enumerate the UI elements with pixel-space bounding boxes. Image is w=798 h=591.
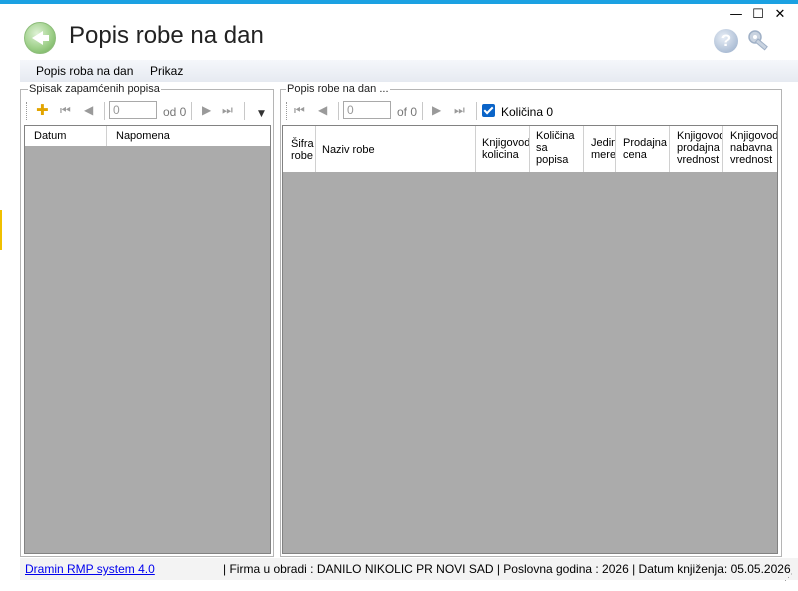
- status-bar: Dramin RMP system 4.0 | Firma u obradi :…: [20, 558, 798, 580]
- left-toolbar: ✚ ⏮ ◀ 0 od 0 ▶ ⏭ ▼: [24, 99, 272, 123]
- kolicina-checkbox[interactable]: [482, 104, 495, 117]
- resize-grip-icon[interactable]: ⋰: [784, 572, 794, 583]
- column-header-jedinica-mere[interactable]: Jedin mere: [584, 126, 616, 172]
- status-info: | Firma u obradi : DANILO NIKOLIC PR NOV…: [223, 562, 791, 576]
- page-title: Popis robe na dan: [69, 22, 264, 49]
- column-header-napomena[interactable]: Napomena: [107, 126, 270, 146]
- left-count-label: od 0: [163, 105, 187, 119]
- next-record-icon[interactable]: ▶: [202, 103, 211, 117]
- column-header-sifra-robe[interactable]: Šifra robe: [283, 126, 316, 172]
- previous-record-icon[interactable]: ◀: [318, 103, 327, 117]
- kolicina-checkbox-label[interactable]: Količina 0: [501, 105, 553, 119]
- left-grid[interactable]: Datum Napomena: [24, 125, 271, 554]
- minimize-button[interactable]: —: [724, 6, 748, 24]
- column-header-kolicina-sa-popisa[interactable]: Količina sa popisa: [530, 126, 584, 172]
- right-grid[interactable]: Šifra robe Naziv robe Knjigovod kolicina…: [282, 125, 778, 554]
- menu-prikaz[interactable]: Prikaz: [150, 64, 183, 78]
- column-header-naziv-robe[interactable]: Naziv robe: [316, 126, 476, 172]
- left-position-input[interactable]: 0: [109, 101, 157, 119]
- next-record-icon[interactable]: ▶: [432, 103, 441, 117]
- column-header-knjigovod-kolicina[interactable]: Knjigovod kolicina: [476, 126, 530, 172]
- side-accent: [0, 210, 2, 250]
- column-header-knjigovod-prodajna-vrednost[interactable]: Knjigovod prodajna vrednost: [670, 126, 723, 172]
- right-position-input[interactable]: 0: [343, 101, 391, 119]
- right-panel-label: Popis robe na dan ...: [286, 83, 390, 95]
- help-icon[interactable]: ?: [714, 29, 738, 53]
- status-app-link[interactable]: Dramin RMP system 4.0: [25, 562, 155, 576]
- first-record-icon[interactable]: ⏮: [60, 103, 71, 118]
- menu-bar: Popis roba na dan Prikaz: [20, 60, 798, 82]
- column-header-datum[interactable]: Datum: [25, 126, 107, 146]
- maximize-button[interactable]: ☐: [746, 6, 770, 24]
- right-toolbar: ⏮ ◀ 0 of 0 ▶ ⏭ Količina 0: [284, 99, 778, 123]
- right-count-label: of 0: [397, 105, 418, 119]
- last-record-icon[interactable]: ⏭: [454, 103, 465, 118]
- first-record-icon[interactable]: ⏮: [294, 103, 305, 118]
- left-panel-label: Spisak zapamćenih popisa: [28, 83, 161, 95]
- last-record-icon[interactable]: ⏭: [222, 103, 233, 118]
- add-icon[interactable]: ✚: [36, 101, 49, 119]
- close-button[interactable]: ✕: [768, 6, 792, 24]
- key-icon[interactable]: [746, 28, 774, 54]
- toolbar-overflow-icon[interactable]: ▼: [258, 109, 265, 119]
- previous-record-icon[interactable]: ◀: [84, 103, 93, 117]
- menu-popis-roba-na-dan[interactable]: Popis roba na dan: [36, 64, 133, 78]
- column-header-prodajna-cena[interactable]: Prodajna cena: [616, 126, 670, 172]
- back-button[interactable]: [24, 22, 56, 54]
- column-header-knjigovod-nabavna-vrednost[interactable]: Knjigovod nabavna vrednost: [723, 126, 777, 172]
- window-top-accent: [0, 0, 798, 4]
